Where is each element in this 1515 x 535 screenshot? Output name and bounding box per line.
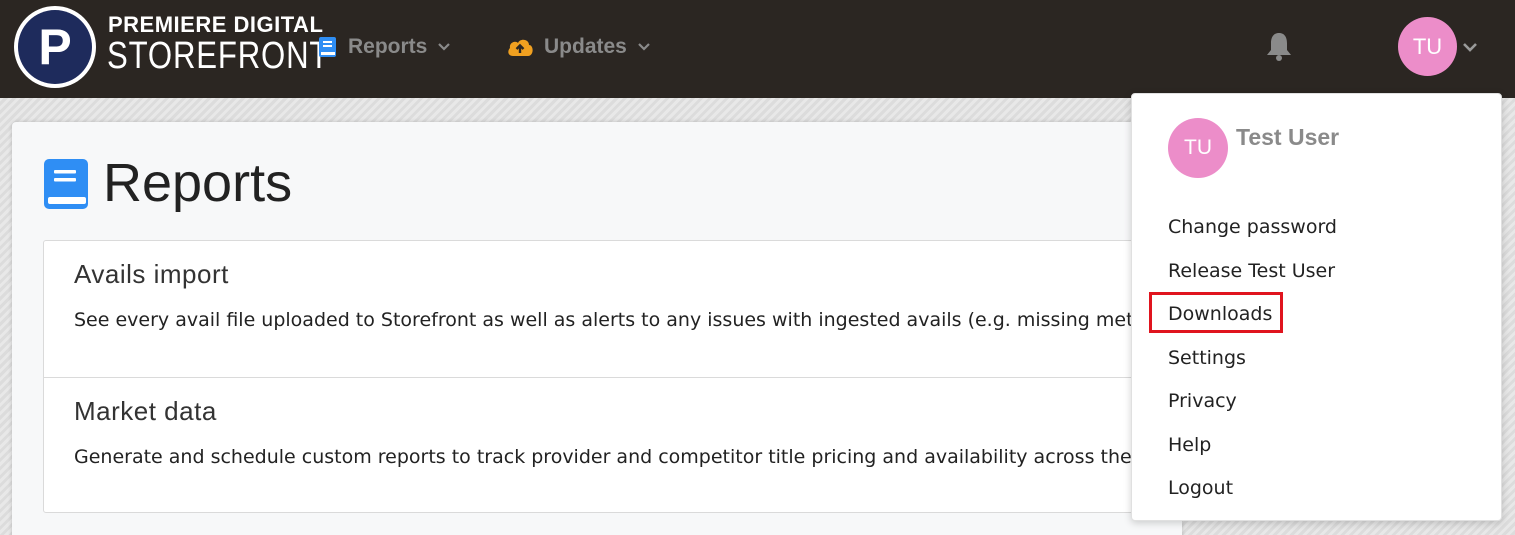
- menu-item-logout[interactable]: Logout: [1168, 473, 1233, 503]
- bell-icon[interactable]: [1264, 30, 1294, 62]
- menu-item-release-test-user[interactable]: Release Test User: [1168, 256, 1335, 286]
- report-item-avails-import[interactable]: Avails import See every avail file uploa…: [44, 241, 1188, 377]
- report-list: Avails import See every avail file uploa…: [43, 240, 1188, 513]
- menu-item-change-password[interactable]: Change password: [1168, 212, 1337, 242]
- menu-item-privacy[interactable]: Privacy: [1168, 386, 1237, 416]
- logo-text-storefront: STOREFRONT: [107, 35, 330, 77]
- downloads-highlight-box: [1149, 292, 1283, 333]
- user-avatar[interactable]: TU: [1398, 17, 1457, 76]
- chevron-down-icon[interactable]: [1462, 38, 1478, 57]
- cloud-upload-icon: [506, 37, 534, 57]
- book-icon: [42, 157, 90, 215]
- menu-item-help[interactable]: Help: [1168, 430, 1211, 460]
- menu-item-settings[interactable]: Settings: [1168, 343, 1246, 373]
- user-name: Test User: [1236, 124, 1340, 150]
- nav-reports-label: Reports: [348, 35, 428, 58]
- report-item-market-data[interactable]: Market data Generate and schedule custom…: [44, 377, 1181, 513]
- logo[interactable]: P: [14, 6, 96, 88]
- logo-letter: P: [18, 10, 92, 84]
- nav-updates[interactable]: Updates: [506, 30, 651, 64]
- chevron-down-icon: [437, 42, 451, 52]
- report-description: See every avail file uploaded to Storefr…: [74, 309, 1188, 331]
- report-description: Generate and schedule custom reports to …: [74, 446, 1168, 468]
- book-icon: [318, 36, 338, 58]
- report-title: Market data: [74, 396, 217, 426]
- avatar: TU: [1168, 118, 1228, 178]
- top-navbar: P PREMIERE DIGITAL STOREFRONT Reports Up…: [0, 0, 1515, 98]
- report-title: Avails import: [74, 259, 229, 289]
- chevron-down-icon: [637, 42, 651, 52]
- page-title: Reports: [103, 153, 293, 213]
- nav-updates-label: Updates: [544, 35, 627, 58]
- nav-reports[interactable]: Reports: [318, 30, 451, 64]
